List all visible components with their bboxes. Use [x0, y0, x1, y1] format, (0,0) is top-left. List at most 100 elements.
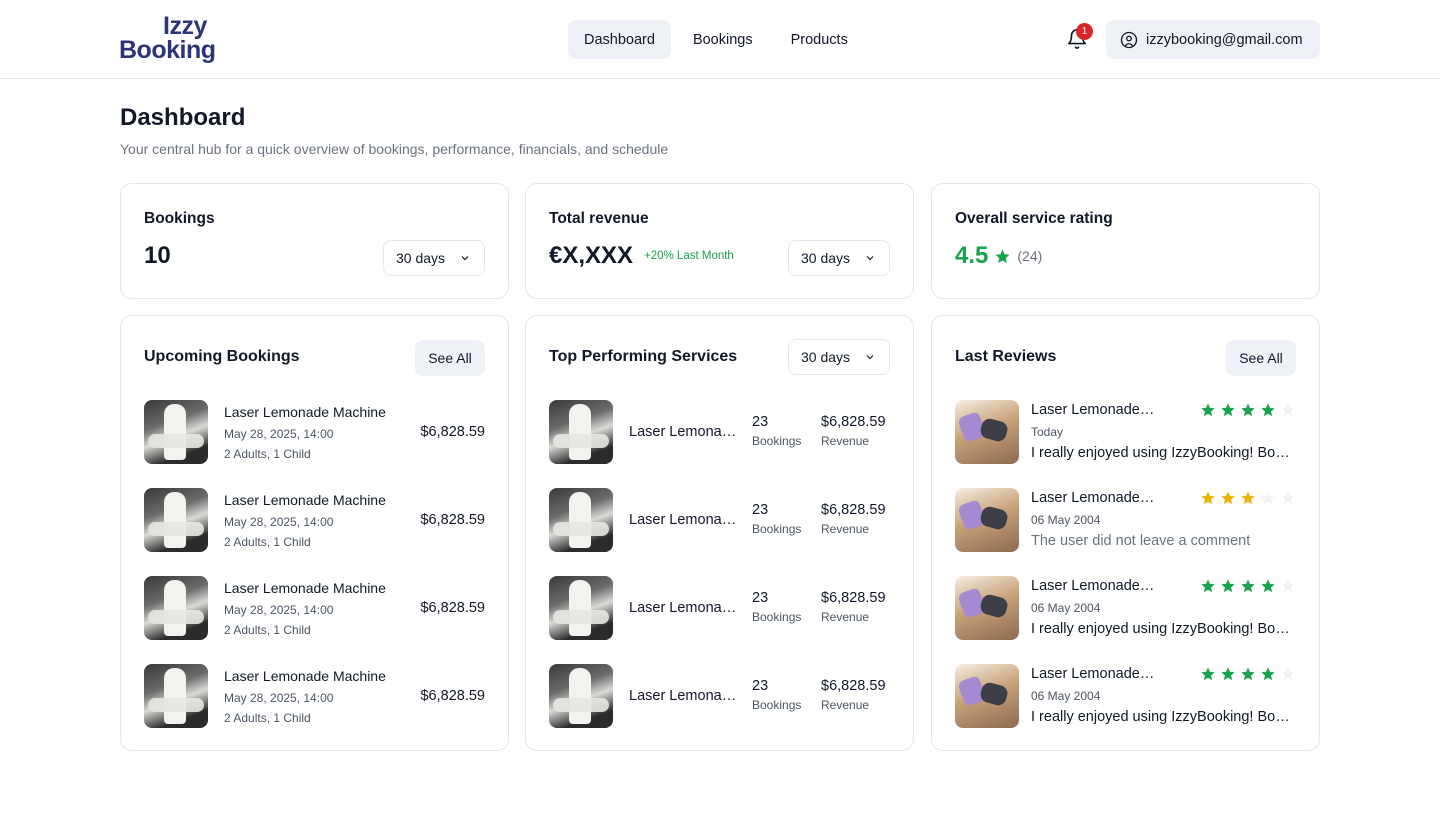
booking-row[interactable]: Laser Lemonade Machine May 28, 2025, 14:… — [144, 576, 485, 640]
bookings-stat-value: 10 — [144, 242, 171, 269]
rating-value: 4.5 — [955, 242, 989, 269]
star-filled-icon — [1241, 579, 1255, 593]
reviews-see-all-button[interactable]: See All — [1226, 340, 1296, 376]
revenue-stat-card: Total revenue €X,XXX +20% Last Month 30 … — [525, 183, 914, 299]
service-bookings-label: Bookings — [752, 522, 802, 536]
service-bookings-label: Bookings — [752, 610, 802, 624]
booking-price: $6,828.59 — [420, 600, 485, 616]
booking-row[interactable]: Laser Lemonade Machine May 28, 2025, 14:… — [144, 488, 485, 552]
upcoming-bookings-panel: Upcoming Bookings See All Laser Lemonade… — [120, 315, 509, 751]
service-row[interactable]: Laser Lemonade Machine 23 Bookings $6,82… — [549, 664, 890, 728]
booking-row[interactable]: Laser Lemonade Machine May 28, 2025, 14:… — [144, 400, 485, 464]
bookings-range-select[interactable]: 30 days — [383, 240, 485, 276]
booking-guests: 2 Adults, 1 Child — [224, 535, 311, 549]
revenue-range-value: 30 days — [801, 250, 851, 266]
service-thumbnail — [144, 488, 208, 552]
brand-line-2: Booking — [119, 36, 216, 64]
upcoming-bookings-title: Upcoming Bookings — [144, 348, 300, 365]
review-text: I really enjoyed using IzzyBooking! Book… — [1031, 621, 1297, 637]
service-bookings-count: 23 — [752, 502, 769, 518]
service-thumbnail — [955, 400, 1019, 464]
chevron-down-icon — [461, 256, 469, 261]
last-reviews-panel: Last Reviews See All Laser Lemonade Mach… — [931, 315, 1320, 751]
page-title: Dashboard — [120, 104, 246, 131]
review-row[interactable]: Laser Lemonade Machine 06 May 2004 The u… — [955, 488, 1296, 552]
star-filled-icon — [1241, 403, 1255, 417]
star-filled-icon — [1261, 579, 1275, 593]
revenue-range-select[interactable]: 30 days — [788, 240, 890, 276]
booking-date: May 28, 2025, 14:00 — [224, 603, 334, 617]
star-filled-icon — [1201, 667, 1215, 681]
account-button[interactable]: izzybooking@gmail.com — [1106, 20, 1320, 59]
review-stars — [1200, 578, 1296, 594]
star-filled-icon — [1261, 403, 1275, 417]
service-thumbnail — [144, 400, 208, 464]
star-filled-icon — [1221, 579, 1235, 593]
star-filled-icon — [1221, 403, 1235, 417]
star-filled-icon — [1201, 491, 1215, 505]
top-services-range-select[interactable]: 30 days — [788, 339, 890, 375]
booking-row[interactable]: Laser Lemonade Machine May 28, 2025, 14:… — [144, 664, 485, 728]
rating-count: (24) — [1017, 248, 1043, 264]
notification-badge: 1 — [1076, 23, 1093, 40]
bookings-range-value: 30 days — [396, 250, 446, 266]
review-text: The user did not leave a comment — [1031, 533, 1251, 549]
review-service-name: Laser Lemonade Machine — [1031, 490, 1155, 506]
service-thumbnail — [144, 576, 208, 640]
bookings-stat-card: Bookings 10 30 days — [120, 183, 509, 299]
rating-stat-title: Overall service rating — [955, 210, 1113, 227]
top-services-title: Top Performing Services — [549, 348, 738, 365]
service-bookings-count: 23 — [752, 590, 769, 606]
nav-dashboard[interactable]: Dashboard — [568, 20, 671, 59]
upcoming-see-all-button[interactable]: See All — [415, 340, 485, 376]
service-revenue-label: Revenue — [821, 610, 870, 624]
review-row[interactable]: Laser Lemonade Machine Today I really en… — [955, 400, 1297, 464]
booking-price: $6,828.59 — [420, 424, 485, 440]
rating-summary: 4.5 (24) — [955, 242, 1042, 270]
star-empty-icon — [1281, 667, 1295, 681]
review-stars — [1200, 490, 1296, 506]
service-thumbnail — [549, 400, 613, 464]
service-name: Laser Lemonade Machine — [629, 688, 737, 704]
service-row[interactable]: Laser Lemonade Machine 23 Bookings $6,82… — [549, 488, 890, 552]
star-filled-icon — [1201, 403, 1215, 417]
booking-service-name: Laser Lemonade Machine — [224, 580, 386, 596]
brand-logo[interactable]: Izzy Booking — [119, 12, 216, 66]
star-empty-icon — [1281, 491, 1295, 505]
nav-products[interactable]: Products — [775, 20, 864, 59]
page-subtitle: Your central hub for a quick overview of… — [120, 141, 669, 157]
service-row[interactable]: Laser Lemonade Machine 23 Bookings $6,82… — [549, 400, 890, 464]
booking-guests: 2 Adults, 1 Child — [224, 711, 311, 725]
star-empty-icon — [1281, 403, 1295, 417]
service-name: Laser Lemonade Machine — [629, 512, 737, 528]
review-row[interactable]: Laser Lemonade Machine 06 May 2004 I rea… — [955, 576, 1297, 640]
brand-line-1: Izzy — [163, 12, 207, 40]
review-date: 06 May 2004 — [1031, 689, 1101, 703]
booking-service-name: Laser Lemonade Machine — [224, 668, 386, 684]
service-revenue: $6,828.59 — [821, 590, 886, 606]
chevron-down-icon — [866, 256, 874, 261]
star-filled-icon — [1221, 667, 1235, 681]
star-icon — [995, 248, 1010, 263]
service-thumbnail — [955, 664, 1019, 728]
revenue-stat-value: €X,XXX — [549, 242, 634, 269]
star-empty-icon — [1261, 491, 1275, 505]
review-row[interactable]: Laser Lemonade Machine 06 May 2004 I rea… — [955, 664, 1297, 728]
service-revenue: $6,828.59 — [821, 414, 886, 430]
star-filled-icon — [1241, 667, 1255, 681]
service-thumbnail — [549, 576, 613, 640]
service-row[interactable]: Laser Lemonade Machine 23 Bookings $6,82… — [549, 576, 890, 640]
booking-date: May 28, 2025, 14:00 — [224, 515, 334, 529]
service-bookings-count: 23 — [752, 414, 769, 430]
revenue-delta: +20% Last Month — [644, 250, 734, 262]
last-reviews-title: Last Reviews — [955, 348, 1057, 365]
service-revenue: $6,828.59 — [821, 502, 886, 518]
review-stars — [1200, 666, 1296, 682]
service-revenue-label: Revenue — [821, 522, 870, 536]
service-name: Laser Lemonade Machine — [629, 424, 737, 440]
main-nav: Dashboard Bookings Products — [568, 20, 864, 59]
booking-guests: 2 Adults, 1 Child — [224, 447, 311, 461]
star-filled-icon — [1241, 491, 1255, 505]
nav-bookings[interactable]: Bookings — [677, 20, 769, 59]
review-service-name: Laser Lemonade Machine — [1031, 578, 1155, 594]
